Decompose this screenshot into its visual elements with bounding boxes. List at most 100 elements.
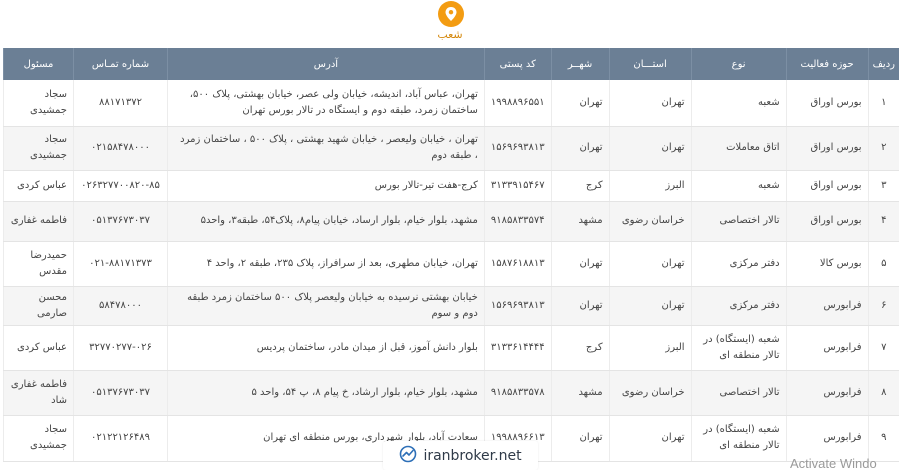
cell-postal-code: ۱۵۶۹۶۹۳۸۱۳: [483, 286, 552, 326]
cell-type: دفتر مرکزی: [690, 241, 787, 287]
cell-province: البرز: [608, 325, 692, 371]
cell-postal-code: ۹۱۸۵۸۳۳۵۷۸: [483, 370, 552, 416]
cell-type: تالار اختصاصی: [690, 370, 787, 416]
cell-address: خیابان بهشتی نرسیده به خیابان ولیعصر پلا…: [167, 286, 485, 326]
cell-city: تهران: [550, 286, 610, 326]
table-row: ۳ بورس اوراق شعبه البرز کرج ۳۱۳۳۹۱۵۴۶۷ کرج-هفت…: [3, 170, 899, 202]
cell-responsible: فاطمه غفاری شاد: [3, 370, 74, 416]
cell-address: تهران، خیابان مطهری، بعد از سرافراز، پلا…: [167, 241, 485, 287]
section-header: شعب: [0, 0, 900, 48]
iranbroker-watermark[interactable]: iranbroker.net: [383, 441, 538, 470]
header-province: استـــان: [608, 48, 692, 80]
cell-province: تهران: [608, 80, 692, 127]
cell-responsible: محسن صارمی: [3, 286, 74, 326]
cell-city: مشهد: [550, 370, 610, 416]
header-row-number: ردیف: [867, 48, 899, 80]
cell-row-number: ۱: [867, 80, 899, 127]
cell-row-number: ۲: [867, 126, 899, 171]
cell-type: شعبه (ایستگاه) در تالار منطقه ای: [690, 325, 787, 371]
cell-address: مشهد، بلوار خیام، بلوار ارساد، خیابان پی…: [167, 201, 485, 242]
cell-field: فرابورس: [785, 415, 869, 462]
header-field: حوزه فعالیت: [785, 48, 869, 80]
cell-phone: ۰۲۱-۸۸۱۷۱۳۷۳: [73, 241, 168, 287]
cell-postal-code: ۳۱۳۳۶۱۴۴۴۴: [483, 325, 552, 371]
cell-city: مشهد: [550, 201, 610, 242]
location-pin-icon: [438, 1, 464, 27]
cell-postal-code: ۱۹۹۸۸۹۶۵۵۱: [483, 80, 552, 127]
cell-row-number: ۴: [867, 201, 899, 242]
cell-phone: ۰۵۱۳۷۶۷۳۰۳۷: [73, 370, 168, 416]
cell-city: تهران: [550, 415, 610, 462]
cell-city: تهران: [550, 241, 610, 287]
table-row: ۶ فرابورس دفتر مرکزی تهران تهران ۱۵۶۹۶۹۳۸۱۳ خی…: [3, 286, 899, 326]
cell-phone: ۳۲۷۷۰۲۷۷-۰۲۶: [73, 325, 168, 371]
cell-type: اتاق معاملات: [690, 126, 787, 171]
cell-responsible: عباس کردی: [3, 170, 74, 202]
cell-type: شعبه: [690, 80, 787, 127]
cell-city: کرج: [550, 170, 610, 202]
cell-phone: ۰۲۱۲۲۱۲۶۴۸۹: [73, 415, 168, 462]
cell-responsible: حمیدرضا مقدس: [3, 241, 74, 287]
cell-postal-code: ۱۵۸۷۶۱۸۸۱۳: [483, 241, 552, 287]
cell-postal-code: ۹۱۸۵۸۳۳۵۷۴: [483, 201, 552, 242]
cell-row-number: ۸: [867, 370, 899, 416]
cell-phone: ۰۲۱۵۸۴۷۸۰۰۰: [73, 126, 168, 171]
cell-city: تهران: [550, 126, 610, 171]
cell-responsible: سجاد جمشیدی: [3, 80, 74, 127]
cell-city: کرج: [550, 325, 610, 371]
cell-phone: ۵۸۴۷۸۰۰۰: [73, 286, 168, 326]
cell-address: بلوار دانش آموز، قبل از میدان مادر، ساخت…: [167, 325, 485, 371]
table-row: ۱ بورس اوراق شعبه تهران تهران ۱۹۹۸۸۹۶۵۵۱ تهران…: [3, 80, 899, 127]
cell-field: بورس اوراق: [785, 80, 869, 127]
cell-address: تهران ، خیابان ولیعصر ، خیابان شهید بهشت…: [167, 126, 485, 171]
cell-responsible: فاطمه غفاری: [3, 201, 74, 242]
header-type: نوع: [690, 48, 787, 80]
cell-row-number: ۳: [867, 170, 899, 202]
cell-type: دفتر مرکزی: [690, 286, 787, 326]
section-title: شعب: [437, 28, 463, 41]
table-row: ۷ فرابورس شعبه (ایستگاه) در تالار منطقه ای…: [3, 325, 899, 371]
cell-province: البرز: [608, 170, 692, 202]
table-row: ۴ بورس اوراق تالار اختصاصی خراسان رضوی مشهد ۹…: [3, 201, 899, 242]
cell-field: فرابورس: [785, 286, 869, 326]
cell-field: بورس اوراق: [785, 170, 869, 202]
cell-postal-code: ۳۱۳۳۹۱۵۴۶۷: [483, 170, 552, 202]
cell-postal-code: ۱۵۶۹۶۹۳۸۱۳: [483, 126, 552, 171]
cell-province: تهران: [608, 126, 692, 171]
cell-field: بورس کالا: [785, 241, 869, 287]
cell-province: تهران: [608, 286, 692, 326]
cell-province: خراسان رضوی: [608, 370, 692, 416]
cell-type: شعبه: [690, 170, 787, 202]
header-phone: شماره تمـاس: [73, 48, 168, 80]
table-row: ۵ بورس کالا دفتر مرکزی تهران تهران ۱۵۸۷۶۱۸۸۱۳…: [3, 241, 899, 287]
cell-phone: ۸۸۱۷۱۳۷۲: [73, 80, 168, 127]
table-row: ۸ فرابورس تالار اختصاصی خراسان رضوی مشهد ۹۱۸۵…: [3, 370, 899, 416]
cell-address: تهران، عباس آباد، اندیشه، خیابان ولی عصر…: [167, 80, 485, 127]
cell-field: بورس اوراق: [785, 126, 869, 171]
cell-row-number: ۷: [867, 325, 899, 371]
cell-responsible: عباس کردی: [3, 325, 74, 371]
cell-province: تهران: [608, 415, 692, 462]
cell-phone: ۰۲۶۳۲۷۷۰۰۸۲۰-۸۵: [73, 170, 168, 202]
cell-row-number: ۹: [867, 415, 899, 462]
cell-row-number: ۵: [867, 241, 899, 287]
cell-field: بورس اوراق: [785, 201, 869, 242]
cell-address: مشهد، بلوار خیام، بلوار ارشاد، خ پیام ۸،…: [167, 370, 485, 416]
iranbroker-logo-icon: [399, 445, 417, 467]
table-row: ۲ بورس اوراق اتاق معاملات تهران تهران ۱۵۶۹۶۹۳…: [3, 126, 899, 171]
cell-province: خراسان رضوی: [608, 201, 692, 242]
cell-province: تهران: [608, 241, 692, 287]
cell-type: تالار اختصاصی: [690, 201, 787, 242]
header-postal-code: کد پستی: [483, 48, 552, 80]
cell-address: کرج-هفت تیر-تالار بورس: [167, 170, 485, 202]
cell-city: تهران: [550, 80, 610, 127]
cell-type: شعبه (ایستگاه) در تالار منطقه ای: [690, 415, 787, 462]
activate-windows-text: Activate Windo: [790, 456, 877, 470]
cell-row-number: ۶: [867, 286, 899, 326]
branches-table: ردیف حوزه فعالیت نوع استـــان شهــر کد پ…: [3, 48, 899, 462]
cell-responsible: سجاد جمشیدی: [3, 415, 74, 462]
cell-field: فرابورس: [785, 325, 869, 371]
watermark-text: iranbroker.net: [423, 447, 522, 464]
header-responsible: مسئول: [3, 48, 74, 80]
header-city: شهــر: [550, 48, 610, 80]
